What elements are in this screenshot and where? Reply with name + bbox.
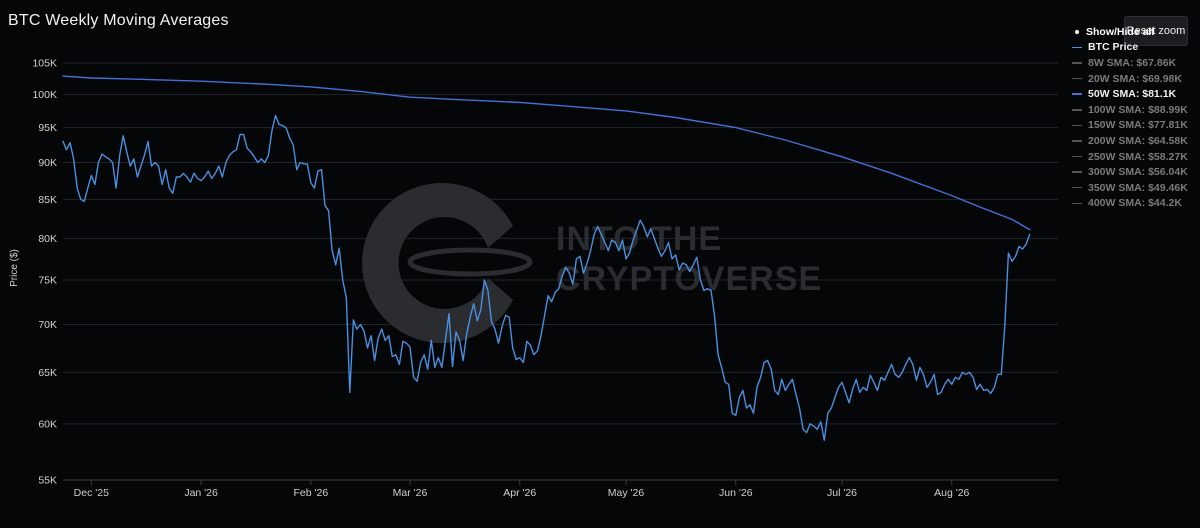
watermark-line2: CRYPTOVERSE (556, 260, 822, 298)
legend-item-label: BTC Price (1088, 41, 1139, 54)
y-tick-label: 80K (38, 233, 57, 245)
legend-item-100w-sma[interactable]: 100W SMA: $88.99K (1072, 102, 1198, 118)
legend-item-50w-sma[interactable]: 50W SMA: $81.1K (1072, 86, 1198, 102)
legend-item-label: 250W SMA: $58.27K (1088, 150, 1188, 163)
y-axis: 105K 100K 95K 90K 85K 80K 75K 70K 65K 60K 55K (32, 58, 57, 487)
legend-swatch (1072, 171, 1082, 173)
legend-item-350w-sma[interactable]: 350W SMA: $49.46K (1072, 180, 1198, 196)
watermark-logo-c (362, 183, 513, 343)
legend-swatch (1072, 140, 1082, 142)
legend-item-btc-price[interactable]: BTC Price (1072, 40, 1198, 56)
legend-swatch (1072, 155, 1082, 158)
y-tick-label: 90K (38, 157, 57, 169)
watermark-line1: INTO THE (556, 220, 722, 258)
legend-item-label: 150W SMA: $77.81K (1088, 119, 1188, 132)
legend-swatch (1072, 77, 1082, 80)
legend-item-label: 100W SMA: $88.99K (1088, 103, 1188, 116)
legend-item-20w-sma[interactable]: 20W SMA: $69.98K (1072, 71, 1198, 87)
bullet-icon (1075, 29, 1079, 34)
legend-show-hide-all[interactable]: Show/Hide all (1072, 24, 1198, 40)
legend-item-label: 50W SMA: $81.1K (1088, 88, 1177, 101)
y-tick-label: 60K (38, 418, 57, 430)
chart-title: BTC Weekly Moving Averages (8, 12, 229, 29)
y-tick-label: 55K (38, 475, 57, 487)
x-tick-label: Jan '26 (184, 487, 218, 499)
legend-item-400w-sma[interactable]: 400W SMA: $44.2K (1072, 196, 1198, 212)
legend: Show/Hide all BTC Price 8W SMA: $67.86K … (1072, 24, 1198, 211)
legend-item-label: 300W SMA: $56.04K (1088, 166, 1188, 179)
legend-item-200w-sma[interactable]: 200W SMA: $64.58K (1072, 133, 1198, 149)
legend-item-label: 20W SMA: $69.98K (1088, 72, 1182, 85)
legend-swatch (1072, 186, 1082, 189)
legend-item-label: 350W SMA: $49.46K (1088, 181, 1188, 194)
y-tick-label: 100K (32, 89, 57, 101)
y-tick-label: 75K (38, 275, 57, 287)
legend-swatch (1072, 93, 1082, 95)
x-tick-label: Dec '25 (74, 487, 109, 499)
x-tick-label: Apr '26 (503, 487, 536, 499)
x-axis: Dec '25 Jan '26 Feb '26 Mar '26 Apr '26 May '… (63, 479, 1058, 499)
legend-swatch (1072, 109, 1082, 111)
x-tick-label: Jun '26 (719, 487, 753, 499)
y-tick-label: 85K (38, 194, 57, 206)
x-tick-label: Mar '26 (393, 487, 428, 499)
x-tick-label: Jul '26 (827, 487, 857, 499)
legend-swatch (1072, 124, 1082, 127)
legend-item-150w-sma[interactable]: 150W SMA: $77.81K (1072, 118, 1198, 134)
legend-swatch (1072, 62, 1082, 64)
y-tick-label: 95K (38, 122, 57, 134)
legend-item-label: 8W SMA: $67.86K (1088, 56, 1177, 69)
legend-swatch (1072, 46, 1082, 49)
x-tick-label: Feb '26 (294, 487, 329, 499)
legend-item-250w-sma[interactable]: 250W SMA: $58.27K (1072, 149, 1198, 165)
legend-show-hide-label: Show/Hide all (1086, 25, 1155, 38)
y-axis-label: Price ($) (9, 249, 20, 287)
y-tick-label: 105K (32, 58, 57, 70)
x-tick-label: Aug '26 (934, 487, 969, 499)
legend-item-8w-sma[interactable]: 8W SMA: $67.86K (1072, 55, 1198, 71)
watermark: INTO THE CRYPTOVERSE (362, 183, 822, 343)
series-line-50w-sma (62, 75, 1031, 231)
series-line-btc-price (62, 114, 1031, 441)
legend-swatch (1072, 202, 1082, 205)
x-tick-label: May '26 (608, 487, 645, 499)
chart-area[interactable]: INTO THE CRYPTOVERSE 105K 100K 95K 90K 85K 80… (0, 0, 1200, 528)
y-tick-label: 65K (38, 367, 57, 379)
legend-item-300w-sma[interactable]: 300W SMA: $56.04K (1072, 164, 1198, 180)
watermark-logo-ring (407, 247, 533, 277)
series-layer (62, 75, 1031, 441)
legend-item-label: 400W SMA: $44.2K (1088, 197, 1182, 210)
legend-item-label: 200W SMA: $64.58K (1088, 134, 1188, 147)
y-tick-label: 70K (38, 319, 57, 331)
